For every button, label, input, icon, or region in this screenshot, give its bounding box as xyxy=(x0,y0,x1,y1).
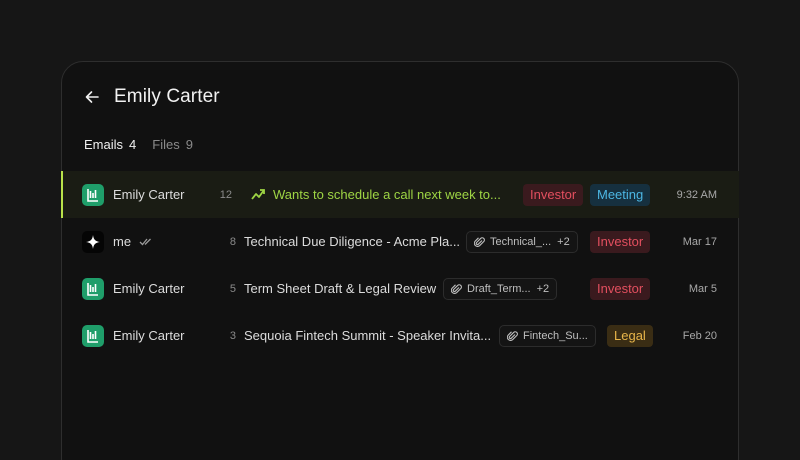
tag-investor[interactable]: Investor xyxy=(590,277,651,300)
subject-cell: Technical Due Diligence - Acme Pla... xyxy=(244,234,460,249)
tag-investor[interactable]: Investor xyxy=(523,183,584,206)
sender-cell: me xyxy=(82,230,153,253)
sender-name: Emily Carter xyxy=(113,187,185,202)
email-subject: Technical Due Diligence - Acme Pla... xyxy=(244,234,461,249)
app-logo-icon xyxy=(87,329,98,343)
tab-bar: Emails 4 Files 9 xyxy=(84,137,209,152)
email-subject: Term Sheet Draft & Legal Review xyxy=(244,281,437,296)
tag-investor[interactable]: Investor xyxy=(590,230,651,253)
tab-emails-count: 4 xyxy=(129,137,137,152)
thread-count: 3 xyxy=(229,329,236,342)
sparkle-icon xyxy=(86,234,100,249)
tab-emails-label: Emails xyxy=(84,137,124,152)
attachment-name: Draft_Term... xyxy=(467,282,531,295)
sender-name: Emily Carter xyxy=(113,328,185,343)
sender-name: Emily Carter xyxy=(113,281,185,296)
email-row[interactable]: Emily Carter 3 Sequoia Fintech Summit - … xyxy=(61,312,739,359)
email-time: Mar 17 xyxy=(682,235,717,248)
tab-files-count: 9 xyxy=(185,137,193,152)
sender-cell: Emily Carter xyxy=(82,183,185,206)
contact-panel: Emily Carter Emails 4 Files 9 Emily Carter… xyxy=(61,61,739,460)
email-list: Emily Carter 12 Wants to schedule a call… xyxy=(61,171,739,359)
attachment-more-count: +2 xyxy=(536,282,550,295)
paperclip-icon xyxy=(507,330,518,341)
sender-cell: Emily Carter xyxy=(82,324,185,347)
tab-files-label: Files xyxy=(152,137,180,152)
email-row[interactable]: me 8 Technical Due Diligence - Acme Pla.… xyxy=(61,218,739,265)
tab-files[interactable]: Files 9 xyxy=(152,137,193,152)
paperclip-icon xyxy=(474,236,485,247)
subject-cell: Sequoia Fintech Summit - Speaker Invita.… xyxy=(244,328,491,343)
sender-name: me xyxy=(113,234,132,249)
tab-emails[interactable]: Emails 4 xyxy=(84,137,136,152)
email-subject: Sequoia Fintech Summit - Speaker Invita.… xyxy=(244,328,492,343)
attachment-more-count: +2 xyxy=(557,235,570,248)
double-check-icon xyxy=(139,238,152,245)
sender-avatar xyxy=(82,277,104,300)
attachment-name: Fintech_Su... xyxy=(523,329,588,342)
email-time: Mar 5 xyxy=(688,282,717,295)
sender-avatar xyxy=(82,324,104,347)
email-time: 9:32 AM xyxy=(676,188,717,201)
paperclip-icon xyxy=(451,283,462,294)
thread-count: 5 xyxy=(229,282,236,295)
back-arrow-icon[interactable] xyxy=(84,89,100,105)
sender-cell: Emily Carter xyxy=(82,277,185,300)
subject-cell: Term Sheet Draft & Legal Review xyxy=(244,281,436,296)
attachment-name: Technical_... xyxy=(490,235,552,248)
app-logo-icon xyxy=(87,282,98,296)
sender-avatar xyxy=(82,183,104,206)
email-subject: Wants to schedule a call next week to... xyxy=(273,187,501,202)
attachment-chip[interactable]: Draft_Term... +2 xyxy=(443,277,558,300)
thread-count: 8 xyxy=(229,235,236,248)
app-logo-icon xyxy=(87,188,98,202)
tag-meeting[interactable]: Meeting xyxy=(590,183,651,206)
contact-name-title: Emily Carter xyxy=(114,86,220,107)
tag-legal[interactable]: Legal xyxy=(607,324,653,347)
email-time: Feb 20 xyxy=(682,329,717,342)
sender-avatar xyxy=(82,230,104,253)
email-row[interactable]: Emily Carter 12 Wants to schedule a call… xyxy=(61,171,739,218)
thread-count: 12 xyxy=(219,188,232,201)
email-row[interactable]: Emily Carter 5 Term Sheet Draft & Legal … xyxy=(61,265,739,312)
attachment-chip[interactable]: Fintech_Su... xyxy=(499,324,596,347)
zap-icon xyxy=(251,188,265,200)
panel-header: Emily Carter xyxy=(84,84,220,110)
subject-cell: Wants to schedule a call next week to... xyxy=(251,187,501,202)
attachment-chip[interactable]: Technical_... +2 xyxy=(466,230,578,253)
